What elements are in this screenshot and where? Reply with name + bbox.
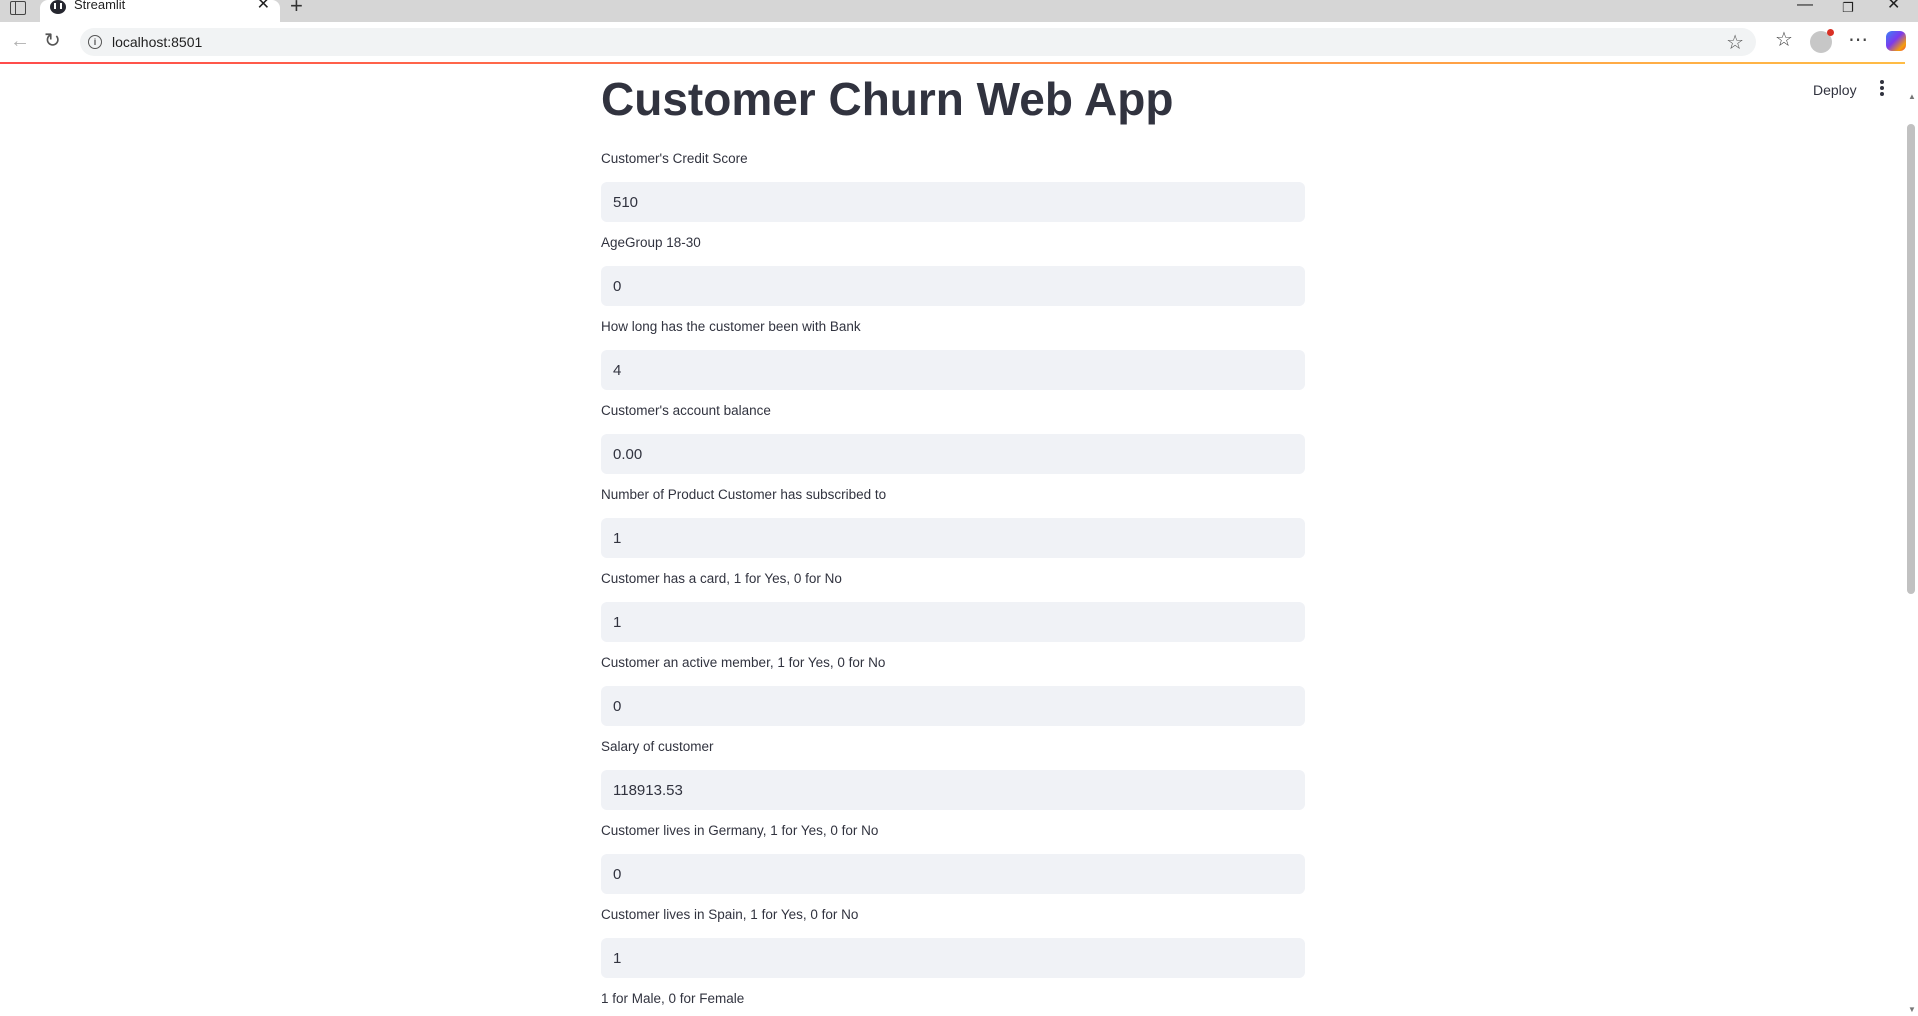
germany-field: Customer lives in Germany, 1 for Yes, 0 … <box>601 822 1305 894</box>
close-window-icon[interactable]: ✕ <box>1887 0 1900 14</box>
main-menu-icon[interactable] <box>1878 78 1886 100</box>
restore-icon[interactable]: ❐ <box>1842 0 1854 17</box>
favorites-icon[interactable]: ☆ <box>1775 28 1793 52</box>
more-icon[interactable]: ⋯ <box>1848 28 1868 52</box>
star-icon[interactable]: ☆ <box>1726 30 1744 55</box>
balance-field: Customer's account balance <box>601 402 1305 474</box>
new-tab-plus-icon[interactable]: + <box>290 0 303 17</box>
back-icon[interactable]: ← <box>10 30 30 52</box>
gender-field: 1 for Male, 0 for Female <box>601 990 1305 1016</box>
tab-title: Streamlit <box>74 0 126 12</box>
field-label: Number of Product Customer has subscribe… <box>601 487 887 502</box>
field-label: Customer's Credit Score <box>601 151 748 166</box>
profile-icon[interactable] <box>1810 29 1834 53</box>
field-label: How long has the customer been with Bank <box>601 319 861 334</box>
info-icon[interactable]: i <box>88 35 102 49</box>
tenure-input[interactable] <box>601 350 1305 390</box>
sidebar-toggle-icon[interactable] <box>10 1 26 15</box>
field-label: Customer an active member, 1 for Yes, 0 … <box>601 655 886 670</box>
field-label: AgeGroup 18-30 <box>601 235 701 250</box>
salary-input[interactable] <box>601 770 1305 810</box>
copilot-icon[interactable] <box>1886 31 1906 51</box>
has-card-field: Customer has a card, 1 for Yes, 0 for No <box>601 570 1305 642</box>
balance-input[interactable] <box>601 434 1305 474</box>
streamlit-app: Deploy Customer Churn Web App Customer's… <box>0 62 1918 1016</box>
address-bar[interactable]: i localhost:8501 ☆ <box>80 28 1756 56</box>
scrollbar[interactable]: ▲ ▼ <box>1905 62 1918 1016</box>
page-title: Customer Churn Web App <box>601 73 1174 125</box>
credit-score-field: Customer's Credit Score <box>601 150 1305 222</box>
notification-dot <box>1827 29 1834 36</box>
active-member-field: Customer an active member, 1 for Yes, 0 … <box>601 654 1305 726</box>
reload-icon[interactable]: ↻ <box>44 30 61 52</box>
header-decoration <box>0 62 1918 64</box>
field-label: 1 for Male, 0 for Female <box>601 991 745 1006</box>
field-label: Customer lives in Spain, 1 for Yes, 0 fo… <box>601 907 859 922</box>
url-text[interactable]: localhost:8501 <box>112 34 202 50</box>
field-label: Customer's account balance <box>601 403 771 418</box>
minimize-icon[interactable]: — <box>1797 0 1813 14</box>
field-label: Salary of customer <box>601 739 714 754</box>
credit-score-input[interactable] <box>601 182 1305 222</box>
streamlit-favicon-icon <box>50 0 66 14</box>
salary-field: Salary of customer <box>601 738 1305 810</box>
tenure-field: How long has the customer been with Bank <box>601 318 1305 390</box>
browser-toolbar: ← ↻ i localhost:8501 ☆ ☆ ⋯ <box>0 22 1918 62</box>
num-products-input[interactable] <box>601 518 1305 558</box>
scrollbar-thumb[interactable] <box>1907 124 1915 594</box>
spain-field: Customer lives in Spain, 1 for Yes, 0 fo… <box>601 906 1305 978</box>
deploy-button[interactable]: Deploy <box>1813 82 1857 98</box>
browser-tab[interactable]: Streamlit ✕ <box>40 0 280 22</box>
scroll-up-icon[interactable]: ▲ <box>1908 92 1916 101</box>
age-group-field: AgeGroup 18-30 <box>601 234 1305 306</box>
age-group-input[interactable] <box>601 266 1305 306</box>
num-products-field: Number of Product Customer has subscribe… <box>601 486 1305 558</box>
field-label: Customer has a card, 1 for Yes, 0 for No <box>601 571 842 586</box>
field-label: Customer lives in Germany, 1 for Yes, 0 … <box>601 823 879 838</box>
browser-tab-bar: Streamlit ✕ + — ❐ ✕ <box>0 0 1918 22</box>
has-card-input[interactable] <box>601 602 1305 642</box>
scroll-down-icon[interactable]: ▼ <box>1908 1005 1916 1014</box>
close-tab-icon[interactable]: ✕ <box>257 0 270 13</box>
active-member-input[interactable] <box>601 686 1305 726</box>
spain-input[interactable] <box>601 938 1305 978</box>
germany-input[interactable] <box>601 854 1305 894</box>
